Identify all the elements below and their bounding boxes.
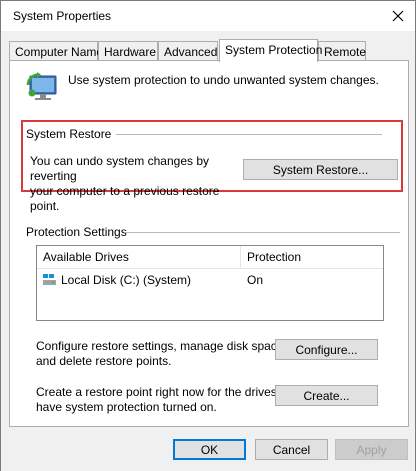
description-line: You can undo system changes by reverting: [30, 154, 210, 183]
tab-label: System Protection: [225, 43, 323, 57]
group-divider: [124, 232, 400, 233]
description-line: and delete restore points.: [36, 354, 172, 368]
tab-label: Computer Name: [15, 45, 104, 59]
create-description: Create a restore point right now for the…: [36, 385, 300, 415]
tab-advanced[interactable]: Advanced: [158, 41, 218, 61]
drive-name: Local Disk (C:) (System): [61, 273, 192, 287]
system-protection-icon: [26, 72, 57, 100]
dialog-button-bar: OK Cancel Apply: [1, 429, 415, 471]
header-divider: [37, 268, 383, 269]
configure-button[interactable]: Configure...: [275, 339, 378, 360]
column-header-label: Protection: [247, 250, 302, 264]
description-line: Configure restore settings, manage disk …: [36, 339, 287, 353]
configure-description: Configure restore settings, manage disk …: [36, 339, 287, 369]
system-restore-description: You can undo system changes by reverting…: [30, 154, 250, 214]
button-label: OK: [200, 442, 219, 457]
system-restore-group-label: System Restore: [26, 127, 116, 141]
description-line: Create a restore point right now for the…: [36, 385, 301, 399]
tab-remote[interactable]: Remote: [318, 41, 366, 61]
button-label: System Restore...: [272, 162, 369, 177]
tab-label: Hardware: [104, 45, 157, 59]
create-button[interactable]: Create...: [275, 385, 378, 406]
intro-text: Use system protection to undo unwanted s…: [68, 73, 379, 87]
tab-system-protection[interactable]: System Protection: [219, 39, 322, 62]
tab-hardware[interactable]: Hardware: [98, 41, 158, 61]
drives-list[interactable]: Available Drives Protection Local Disk (…: [36, 245, 384, 321]
close-button[interactable]: [387, 5, 409, 27]
button-label: Cancel: [272, 442, 311, 457]
button-label: Create...: [303, 388, 350, 403]
description-line: your computer to a previous restore poin…: [30, 184, 220, 213]
description-line: have system protection turned on.: [36, 400, 217, 414]
cancel-button[interactable]: Cancel: [255, 439, 328, 460]
tab-strip: Computer Name Hardware Advanced System P…: [9, 39, 409, 62]
system-properties-window: System Properties Computer Name Hardware…: [0, 0, 416, 471]
window-title: System Properties: [13, 9, 112, 23]
tab-label: Advanced: [164, 45, 218, 59]
ok-button[interactable]: OK: [173, 439, 246, 460]
drive-protection-status: On: [247, 273, 264, 287]
tab-computer-name[interactable]: Computer Name: [9, 41, 103, 61]
table-row[interactable]: Local Disk (C:) (System) On: [37, 270, 383, 290]
button-label: Configure...: [295, 342, 358, 357]
system-restore-button[interactable]: System Restore...: [243, 159, 398, 180]
close-icon: [392, 10, 404, 22]
group-divider: [116, 134, 382, 135]
protection-settings-group-label: Protection Settings: [26, 225, 131, 239]
apply-button[interactable]: Apply: [335, 439, 408, 460]
tab-label: Remote: [324, 45, 367, 59]
column-header-label: Available Drives: [43, 250, 129, 264]
title-bar[interactable]: System Properties: [1, 1, 415, 31]
system-protection-panel: Use system protection to undo unwanted s…: [9, 60, 409, 427]
column-header-protection[interactable]: Protection: [241, 246, 383, 268]
drive-icon: [43, 274, 56, 285]
column-header-available-drives[interactable]: Available Drives: [37, 246, 241, 268]
button-label: Apply: [356, 442, 387, 457]
